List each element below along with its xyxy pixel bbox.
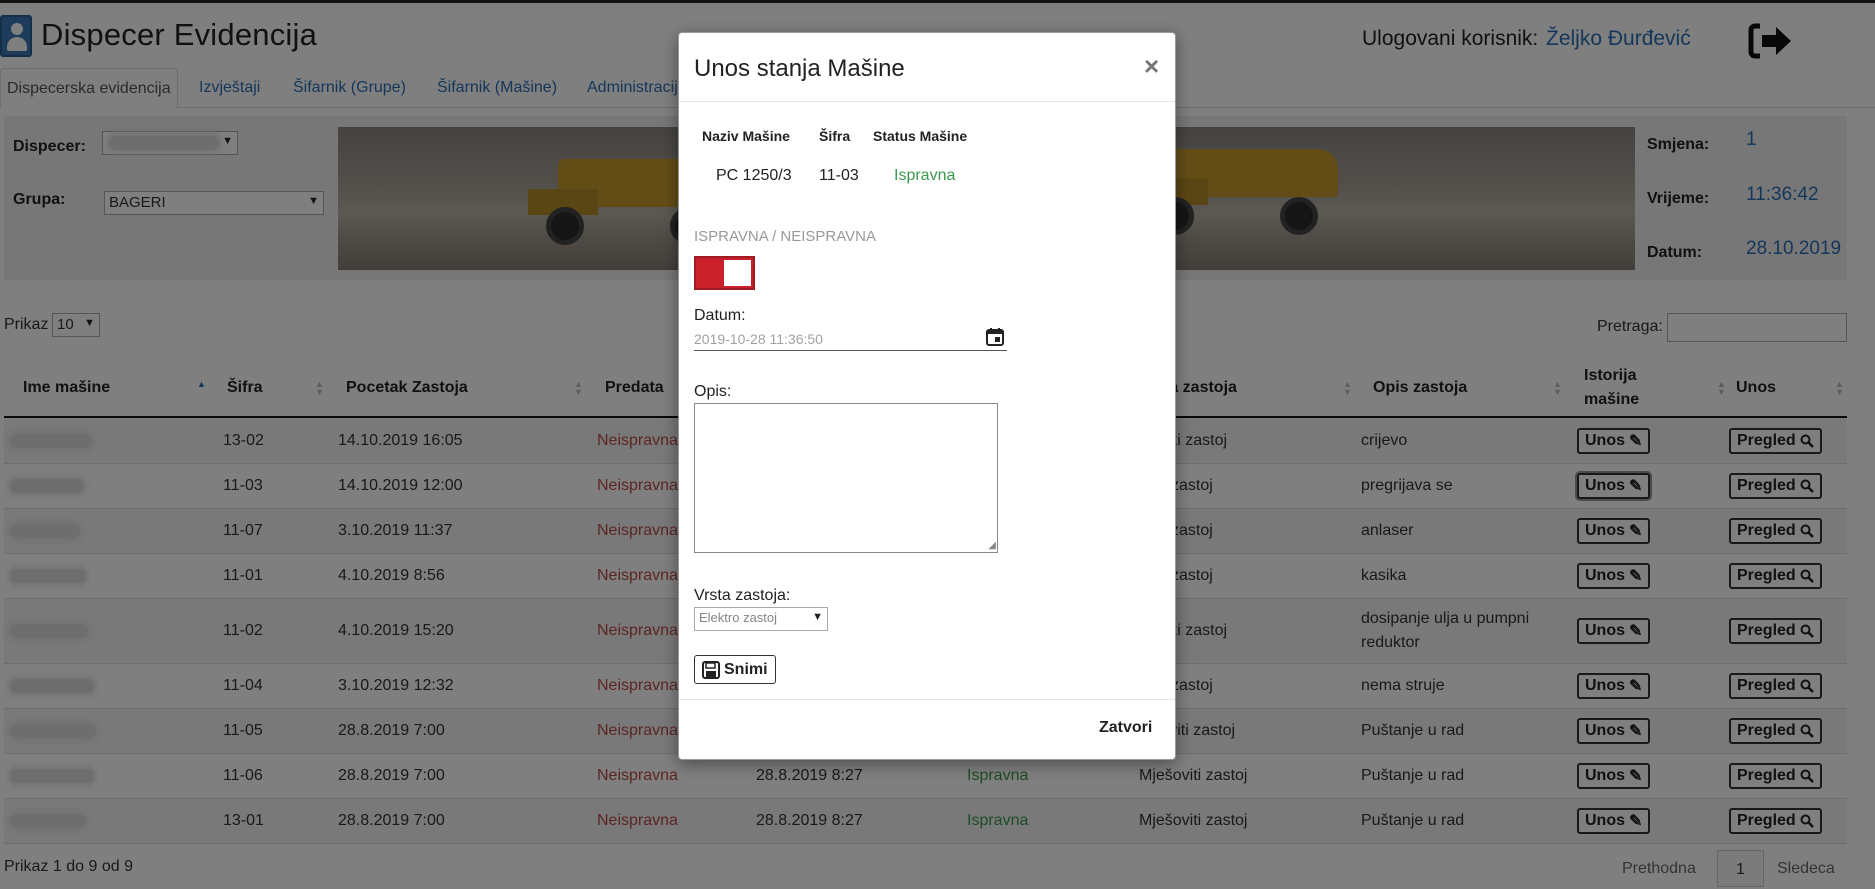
vrsta-zastoja-value: Elektro zastoj [699,610,778,625]
machine-state-modal: Unos stanja Mašine × Naziv Mašine Šifra … [678,32,1176,760]
datum-input[interactable]: 2019-10-28 11:36:50 [694,325,1007,351]
opis-textarea[interactable]: ◢ [694,403,998,553]
modal-col-naziv: Naziv Mašine [702,128,790,144]
opis-field-label: Opis: [694,383,732,400]
modal-sifra-value: 11-03 [819,167,859,184]
ispravna-toggle[interactable] [694,256,755,290]
close-button[interactable]: Zatvori [1099,719,1152,737]
calendar-icon[interactable] [985,327,1005,347]
close-icon[interactable]: × [1144,51,1159,82]
floppy-disk-icon [702,660,720,679]
vrsta-zastoja-select[interactable]: Elektro zastoj ▼ [694,607,828,631]
vrsta-field-label: Vrsta zastoja: [694,587,791,604]
save-button-label: Snimi [724,660,768,678]
modal-col-status: Status Mašine [873,128,968,144]
datum-field-label: Datum: [694,307,746,324]
toggle-label: ISPRAVNA / NEISPRAVNA [694,228,876,245]
modal-col-sifra: Šifra [819,128,851,144]
modal-status-value: Ispravna [894,167,956,184]
chevron-down-icon: ▼ [812,611,823,623]
modal-footer-divider [679,699,1175,700]
modal-divider [679,101,1175,102]
datum-input-value: 2019-10-28 11:36:50 [694,331,823,347]
modal-title: Unos stanja Mašine [694,55,905,82]
save-button[interactable]: Snimi [694,655,776,684]
modal-naziv-value: PC 1250/3 [716,167,792,184]
resize-grip-icon[interactable]: ◢ [988,540,996,551]
